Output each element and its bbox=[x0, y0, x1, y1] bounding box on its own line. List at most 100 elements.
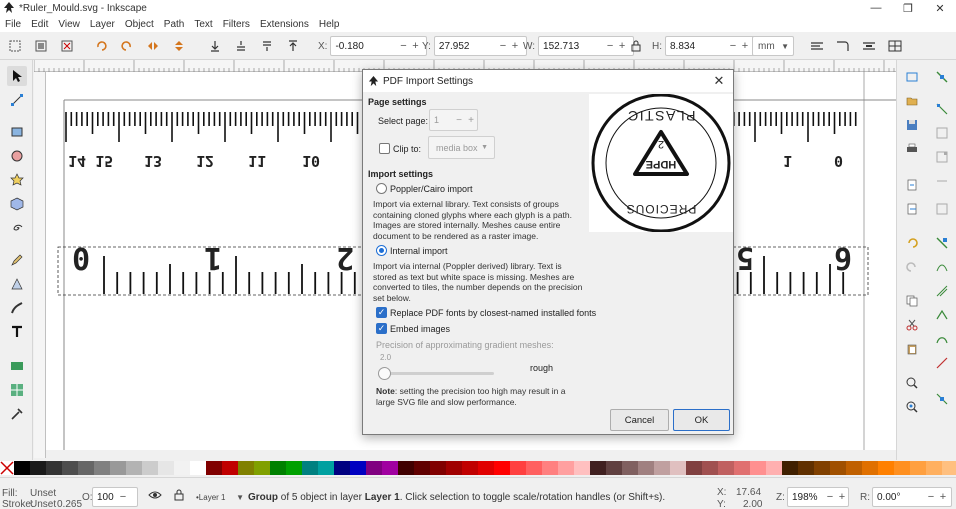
snap-bbox-midpoint-icon[interactable] bbox=[933, 172, 951, 190]
w-decrement-button[interactable]: − bbox=[604, 40, 616, 52]
select-page-increment[interactable]: + bbox=[465, 115, 477, 126]
opacity-decrement-button[interactable]: − bbox=[117, 491, 129, 503]
color-swatch[interactable] bbox=[126, 461, 142, 475]
unit-select[interactable]: mm ▼ bbox=[752, 36, 794, 56]
raise-icon[interactable] bbox=[258, 37, 276, 55]
calligraphy-tool-icon[interactable] bbox=[7, 298, 27, 318]
snap-bbox-edge-icon[interactable] bbox=[933, 124, 951, 142]
raise-to-top-icon[interactable] bbox=[284, 37, 302, 55]
import-icon[interactable] bbox=[903, 176, 921, 194]
transform-gradients-icon[interactable] bbox=[860, 37, 878, 55]
poppler-import-radio[interactable] bbox=[376, 183, 387, 194]
menu-path[interactable]: Path bbox=[159, 19, 190, 30]
color-swatch[interactable] bbox=[462, 461, 478, 475]
snap-nodes-icon[interactable] bbox=[933, 234, 951, 252]
internal-import-radio[interactable] bbox=[376, 245, 387, 256]
snap-centers-icon[interactable] bbox=[933, 390, 951, 408]
color-swatch[interactable] bbox=[158, 461, 174, 475]
x-input[interactable] bbox=[331, 40, 398, 52]
color-swatch[interactable] bbox=[670, 461, 686, 475]
no-paint-swatch[interactable] bbox=[0, 461, 14, 475]
transform-patterns-icon[interactable] bbox=[886, 37, 904, 55]
x-decrement-button[interactable]: − bbox=[397, 40, 409, 52]
select-page-decrement[interactable]: − bbox=[453, 115, 465, 126]
y-input[interactable] bbox=[434, 40, 497, 52]
color-swatch[interactable] bbox=[14, 461, 30, 475]
color-swatch[interactable] bbox=[382, 461, 398, 475]
copy-icon[interactable] bbox=[903, 292, 921, 310]
rotation-decrement-button[interactable]: − bbox=[925, 491, 937, 503]
menu-text[interactable]: Text bbox=[189, 19, 217, 30]
color-swatch[interactable] bbox=[638, 461, 654, 475]
clip-to-select[interactable]: media box ▼ bbox=[428, 136, 495, 159]
color-swatch[interactable] bbox=[46, 461, 62, 475]
rectangle-tool-icon[interactable] bbox=[7, 122, 27, 142]
color-swatch[interactable] bbox=[782, 461, 798, 475]
precision-slider-track[interactable] bbox=[378, 367, 494, 380]
color-swatch[interactable] bbox=[654, 461, 670, 475]
cut-icon[interactable] bbox=[903, 316, 921, 334]
color-swatch[interactable] bbox=[110, 461, 126, 475]
ellipse-tool-icon[interactable] bbox=[7, 146, 27, 166]
snap-bbox-corner-icon[interactable] bbox=[933, 148, 951, 166]
menu-layer[interactable]: Layer bbox=[85, 19, 120, 30]
gradient-tool-icon[interactable] bbox=[7, 356, 27, 376]
snap-midpoints-icon[interactable] bbox=[933, 354, 951, 372]
color-swatch[interactable] bbox=[270, 461, 286, 475]
snap-cusp-nodes-icon[interactable] bbox=[933, 306, 951, 324]
color-swatch[interactable] bbox=[606, 461, 622, 475]
deselect-icon[interactable] bbox=[58, 37, 76, 55]
zoom-decrement-button[interactable]: − bbox=[824, 491, 836, 503]
color-swatch[interactable] bbox=[926, 461, 942, 475]
maximize-icon[interactable]: ❐ bbox=[892, 0, 924, 16]
color-swatch[interactable] bbox=[718, 461, 734, 475]
color-swatch[interactable] bbox=[62, 461, 78, 475]
clip-to-checkbox[interactable] bbox=[379, 143, 390, 154]
color-swatch[interactable] bbox=[750, 461, 766, 475]
fill-value[interactable]: Unset bbox=[30, 488, 56, 499]
h-decrement-button[interactable]: − bbox=[727, 40, 739, 52]
color-swatch[interactable] bbox=[78, 461, 94, 475]
text-tool-icon[interactable] bbox=[7, 322, 27, 342]
color-swatch[interactable] bbox=[430, 461, 446, 475]
color-swatch[interactable] bbox=[702, 461, 718, 475]
menu-help[interactable]: Help bbox=[314, 19, 345, 30]
color-swatch[interactable] bbox=[542, 461, 558, 475]
w-input[interactable] bbox=[539, 40, 605, 52]
color-swatch[interactable] bbox=[94, 461, 110, 475]
color-swatch[interactable] bbox=[686, 461, 702, 475]
save-icon[interactable] bbox=[903, 116, 921, 134]
color-swatch[interactable] bbox=[334, 461, 350, 475]
replace-fonts-checkbox[interactable]: ✓ bbox=[376, 307, 387, 318]
h-increment-button[interactable]: + bbox=[739, 40, 751, 52]
h-input[interactable] bbox=[666, 40, 727, 52]
lower-to-bottom-icon[interactable] bbox=[206, 37, 224, 55]
color-swatch[interactable] bbox=[846, 461, 862, 475]
menu-file[interactable]: File bbox=[0, 19, 26, 30]
color-swatch[interactable] bbox=[238, 461, 254, 475]
color-swatch[interactable] bbox=[174, 461, 190, 475]
color-swatch[interactable] bbox=[206, 461, 222, 475]
pencil-tool-icon[interactable] bbox=[7, 250, 27, 270]
color-swatch[interactable] bbox=[622, 461, 638, 475]
snap-intersections-icon[interactable] bbox=[933, 282, 951, 300]
export-icon[interactable] bbox=[903, 200, 921, 218]
lock-icon[interactable] bbox=[627, 37, 645, 55]
spiral-tool-icon[interactable] bbox=[7, 218, 27, 238]
color-swatch[interactable] bbox=[318, 461, 334, 475]
color-swatch[interactable] bbox=[862, 461, 878, 475]
scale-stroke-icon[interactable] bbox=[808, 37, 826, 55]
color-swatch[interactable] bbox=[446, 461, 462, 475]
snap-paths-icon[interactable] bbox=[933, 258, 951, 276]
color-swatch[interactable] bbox=[558, 461, 574, 475]
zoom-input[interactable] bbox=[788, 491, 824, 503]
flip-horizontal-icon[interactable] bbox=[144, 37, 162, 55]
zoom-increment-button[interactable]: + bbox=[836, 491, 848, 503]
color-swatch[interactable] bbox=[878, 461, 894, 475]
color-swatch[interactable] bbox=[286, 461, 302, 475]
lower-icon[interactable] bbox=[232, 37, 250, 55]
node-tool-icon[interactable] bbox=[7, 90, 27, 110]
color-swatch[interactable] bbox=[590, 461, 606, 475]
menu-view[interactable]: View bbox=[53, 19, 85, 30]
color-swatch[interactable] bbox=[366, 461, 382, 475]
